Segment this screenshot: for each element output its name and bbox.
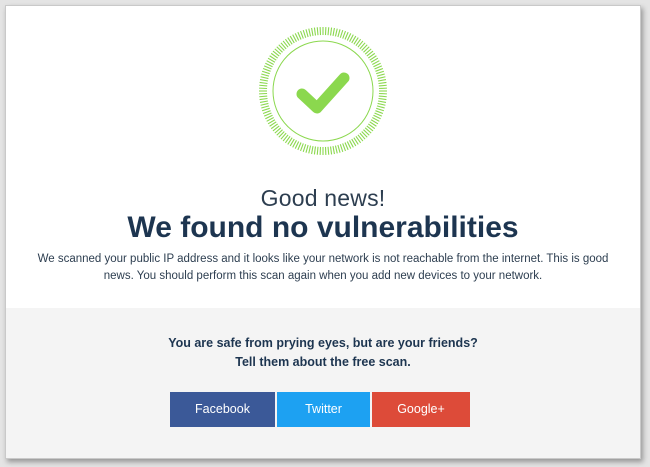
ring-tick xyxy=(375,110,384,115)
ring-tick xyxy=(378,95,387,98)
ring-tick xyxy=(262,67,271,72)
ring-tick xyxy=(305,144,309,153)
ring-tick xyxy=(378,84,387,87)
ring-tick xyxy=(259,95,268,98)
ring-tick xyxy=(375,67,384,72)
ring-tick xyxy=(299,30,304,39)
ring-tick xyxy=(329,27,333,36)
ring-tick xyxy=(262,110,271,115)
inner-ring xyxy=(272,40,374,142)
description-line: We scanned your public IP address and it… xyxy=(37,253,609,265)
ring-tick xyxy=(339,29,344,38)
result-subtitle: Good news! xyxy=(260,185,386,211)
ring-tick xyxy=(376,70,385,75)
ring-tick xyxy=(261,107,270,112)
ring-tick xyxy=(263,65,272,70)
ring-tick xyxy=(376,73,385,77)
description-line: news. You should perform this scan again… xyxy=(103,270,543,282)
ring-tick xyxy=(332,27,335,36)
ring-tick xyxy=(263,112,272,117)
ring-tick xyxy=(378,100,387,103)
result-section: Good news! We found no vulnerabilities W… xyxy=(6,6,640,306)
ring-tick xyxy=(259,97,268,101)
ring-tick xyxy=(260,76,269,80)
ring-tick xyxy=(297,31,302,40)
twitter-share-button[interactable]: Twitter xyxy=(277,392,370,427)
ring-tick xyxy=(261,73,270,77)
ring-tick xyxy=(337,29,341,38)
ring-tick xyxy=(334,28,338,37)
ring-tick xyxy=(376,105,385,109)
ring-tick xyxy=(344,31,349,40)
ring-tick xyxy=(259,81,268,85)
ring-tick xyxy=(297,142,302,151)
ring-tick xyxy=(311,27,314,36)
ring-tick xyxy=(374,112,383,117)
ring-tick xyxy=(378,97,387,101)
share-prompt-line: You are safe from prying eyes, but are y… xyxy=(168,336,478,350)
ring-tick xyxy=(378,81,387,85)
ring-tick xyxy=(342,30,347,39)
ring-tick xyxy=(313,146,317,155)
share-section: You are safe from prying eyes, but are y… xyxy=(6,308,640,458)
ring-tick xyxy=(378,79,387,82)
ring-tick xyxy=(259,100,268,103)
share-prompt: You are safe from prying eyes, but are y… xyxy=(6,334,640,372)
google-plus-share-button[interactable]: Google+ xyxy=(372,392,470,427)
ring-tick xyxy=(339,144,344,153)
ring-tick xyxy=(376,107,385,112)
ring-tick xyxy=(332,146,335,155)
ring-tick xyxy=(311,146,314,155)
checkmark-icon xyxy=(259,27,387,155)
ring-tick xyxy=(261,105,270,109)
result-description: We scanned your public IP address and it… xyxy=(26,251,620,285)
dashed-ring xyxy=(259,27,387,155)
ring-tick xyxy=(259,79,268,82)
ring-tick xyxy=(344,142,349,151)
ring-tick xyxy=(308,145,312,154)
ring-tick xyxy=(261,70,270,75)
result-card: Good news! We found no vulnerabilities W… xyxy=(5,5,641,459)
ring-tick xyxy=(377,102,386,106)
ring-tick xyxy=(316,146,319,155)
ring-tick xyxy=(260,102,269,106)
success-badge xyxy=(258,26,388,156)
ring-tick xyxy=(313,27,317,36)
ring-tick xyxy=(316,27,319,36)
result-title: We found no vulnerabilities xyxy=(127,211,519,244)
ring-tick xyxy=(327,146,330,155)
share-prompt-line: Tell them about the free scan. xyxy=(235,355,411,369)
ring-tick xyxy=(377,76,386,80)
ring-tick xyxy=(329,146,333,155)
ring-tick xyxy=(327,27,330,36)
ring-tick xyxy=(302,29,307,38)
ring-tick xyxy=(308,28,312,37)
ring-tick xyxy=(337,144,341,153)
facebook-share-button[interactable]: Facebook xyxy=(170,392,275,427)
ring-tick xyxy=(342,143,347,152)
check-mark xyxy=(296,72,350,114)
ring-tick xyxy=(259,84,268,87)
ring-tick xyxy=(302,144,307,153)
ring-tick xyxy=(374,65,383,70)
ring-tick xyxy=(334,145,338,154)
ring-tick xyxy=(305,29,309,38)
ring-tick xyxy=(299,143,304,152)
